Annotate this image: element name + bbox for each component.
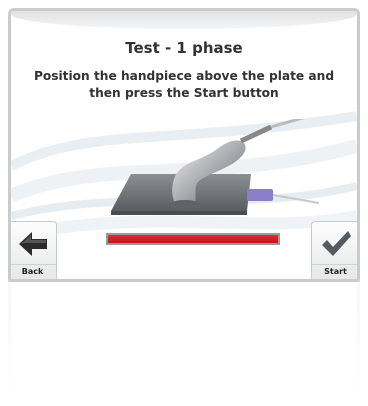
reflection-fade bbox=[8, 284, 360, 402]
progress-bar bbox=[106, 233, 280, 245]
top-bezel bbox=[11, 11, 357, 29]
screen-reflection bbox=[8, 284, 360, 402]
back-button[interactable]: Back bbox=[11, 221, 57, 279]
start-button-divider bbox=[312, 264, 357, 265]
handpiece-plate-illustration bbox=[111, 119, 320, 215]
instruction-text: Position the handpiece above the plate a… bbox=[33, 69, 335, 100]
progress-fill bbox=[108, 235, 278, 243]
back-button-label: Back bbox=[21, 267, 44, 276]
back-button-divider bbox=[11, 264, 56, 265]
test-screen: Test - 1 phase Position the handpiece ab… bbox=[8, 8, 360, 282]
arrow-left-icon bbox=[19, 232, 47, 256]
screen-title: Test - 1 phase bbox=[125, 39, 243, 57]
start-button[interactable]: Start bbox=[311, 221, 357, 279]
checkmark-icon bbox=[322, 231, 351, 256]
start-button-label: Start bbox=[324, 267, 347, 276]
